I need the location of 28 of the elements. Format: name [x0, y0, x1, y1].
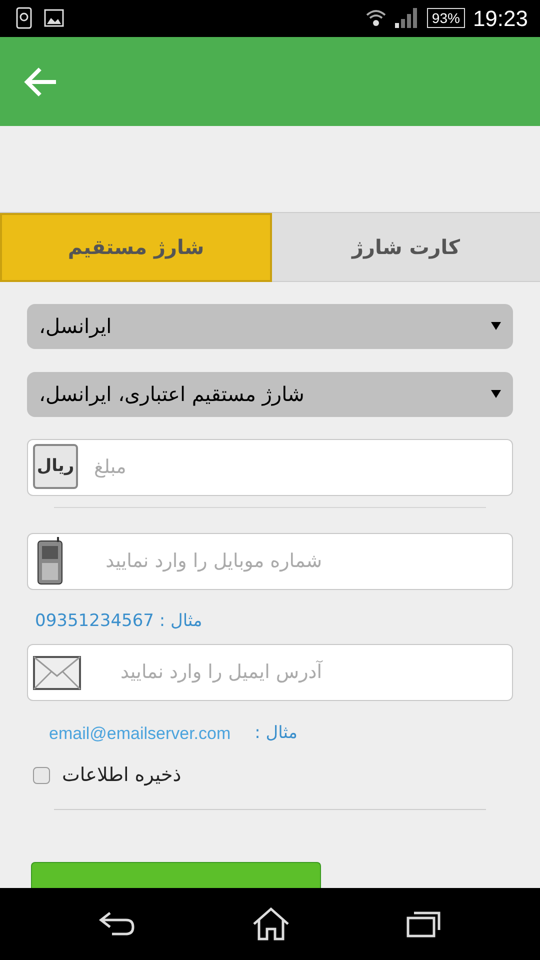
envelope-icon [33, 656, 81, 690]
recent-apps-icon[interactable] [406, 910, 442, 938]
tab[interactable]: شارژ مستقیم [0, 213, 272, 282]
wifi-icon [364, 8, 387, 28]
back-arrow-icon[interactable] [24, 66, 58, 98]
save-checkbox[interactable] [33, 766, 50, 784]
dropdown-arrow-icon [491, 321, 501, 332]
dropdown-value: ایرانسل، [39, 313, 112, 340]
save-checkbox-label: ذخیره اطلاعات [62, 762, 182, 788]
dropdown[interactable]: شارژ مستقیم اعتباری، ایرانسل، [27, 372, 513, 417]
email-example: email@emailserver.com [49, 723, 231, 746]
battery-indicator: 93% [426, 8, 465, 28]
mobile-example: مثال : 09351234567 [35, 610, 202, 633]
home-icon[interactable] [252, 907, 290, 942]
back-nav-icon[interactable] [98, 911, 136, 938]
dropdown-value: شارژ مستقیم اعتباری، ایرانسل، [39, 381, 304, 408]
image-icon [44, 9, 64, 28]
mobile-phone-icon [37, 537, 63, 586]
dropdown-arrow-icon [491, 389, 501, 400]
dropdown[interactable]: ایرانسل، [27, 304, 513, 349]
clock-time: 19:23 [472, 4, 528, 33]
email-field[interactable]: آدرس ایمیل را وارد نمایید [27, 644, 513, 702]
rial-unit-label: ریال [33, 444, 78, 489]
example-label: مثال : [254, 722, 298, 746]
tab[interactable]: کارت شارژ [272, 213, 540, 282]
screen-rotation-icon [16, 7, 32, 30]
mobile-field[interactable]: شماره موبایل را وارد نمایید [27, 532, 513, 590]
signal-icon [394, 7, 419, 30]
